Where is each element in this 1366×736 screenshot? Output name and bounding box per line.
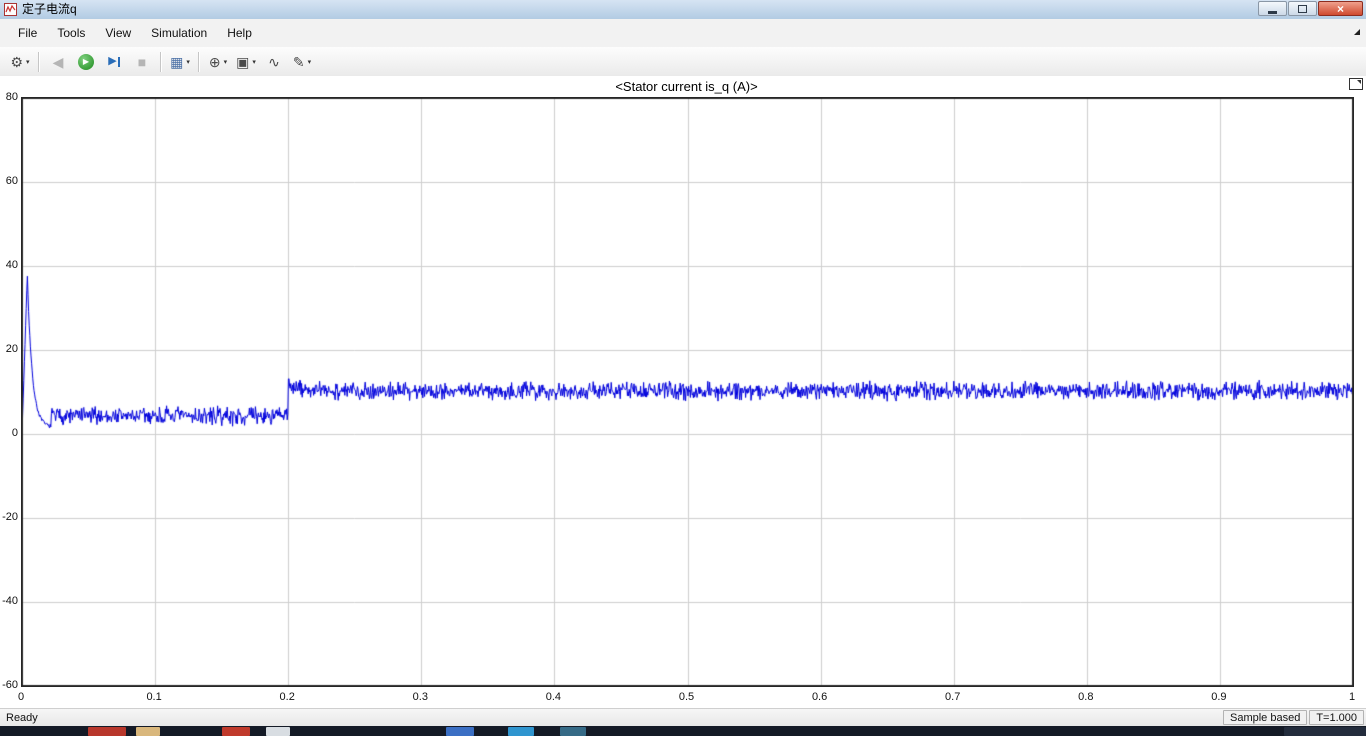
cursor-measurements-icon: ⊕ [208, 53, 221, 70]
taskbar-item[interactable] [446, 727, 474, 736]
status-sample-mode: Sample based [1223, 710, 1308, 725]
step-back-button[interactable]: ◀ [45, 50, 71, 74]
menu-view[interactable]: View [95, 20, 141, 46]
run-icon: ▶ [78, 53, 94, 70]
scope-area: <Stator current is_q (A)> -60 -40 -20 0 20 40… [0, 76, 1366, 708]
taskbar[interactable] [0, 726, 1366, 736]
menu-help[interactable]: Help [217, 20, 262, 46]
taskbar-item[interactable] [222, 727, 250, 736]
chart-title: <Stator current is_q (A)> [615, 79, 758, 94]
float-scope-icon[interactable] [1349, 78, 1363, 90]
sim-time-text: T=1.000 [1316, 711, 1357, 724]
menubar: File Tools View Simulation Help [0, 19, 1366, 48]
window-controls: × [1257, 1, 1363, 16]
cursor-measurements-button[interactable]: ⊕ ▾ [205, 50, 231, 74]
trigger-button[interactable]: ∿ [261, 50, 287, 74]
dropdown-arrow-icon: ▾ [26, 58, 30, 66]
x-tick-label: 1 [1348, 691, 1356, 703]
zoom-fit-icon: ▣ [236, 53, 250, 70]
taskbar-item[interactable] [1284, 727, 1366, 736]
style-button[interactable]: ✎ ▾ [289, 50, 315, 74]
x-tick-label: 0 [17, 691, 25, 703]
menu-simulation[interactable]: Simulation [141, 20, 217, 46]
y-tick-label: 60 [5, 175, 18, 187]
y-tick-label: 20 [5, 343, 18, 355]
style-icon: ✎ [292, 53, 305, 70]
toolbar: ⚙ ▾ ◀ ▶ ▶ ■ ▦ ▾ ⊕ ▾ ▣ ▾ ∿ ✎ ▾ [0, 47, 1366, 77]
x-tick-label: 0.7 [945, 691, 961, 703]
toolbar-separator [198, 51, 200, 72]
step-forward-icon: ▶ [108, 55, 117, 67]
y-tick-label: -20 [2, 511, 18, 523]
x-tick-label: 0.6 [811, 691, 828, 703]
signal-selector-icon: ▦ [170, 53, 184, 70]
x-tick-label: 0.1 [146, 691, 162, 703]
toolbar-separator [38, 51, 40, 72]
y-tick-label: -40 [2, 595, 18, 607]
dropdown-arrow-icon: ▾ [307, 58, 312, 66]
trigger-icon: ∿ [268, 53, 280, 70]
y-tick-label: -60 [2, 679, 18, 691]
x-tick-label: 0.5 [678, 691, 695, 703]
step-forward-button[interactable]: ▶ [101, 50, 127, 74]
x-tick-label: 0.2 [279, 691, 295, 703]
float-arrow-icon [1357, 80, 1361, 84]
dropdown-arrow-icon: ▾ [223, 58, 228, 66]
taskbar-item[interactable] [508, 727, 534, 736]
parameters-button[interactable]: ⚙ ▾ [7, 50, 33, 74]
x-tick-label: 0.4 [545, 691, 562, 703]
taskbar-item[interactable] [560, 727, 586, 736]
toolbar-separator [160, 51, 162, 72]
window-title: 定子电流q [22, 2, 77, 16]
parameters-icon: ⚙ [10, 53, 24, 70]
taskbar-item[interactable] [266, 727, 290, 736]
signal-selector-button[interactable]: ▦ ▾ [167, 50, 193, 74]
menu-file[interactable]: File [8, 20, 47, 46]
stop-icon: ■ [137, 53, 147, 70]
scope-window: 定子电流q × File Tools View Simulation Help … [0, 0, 1366, 736]
toolbar-items: ⚙ ▾ ◀ ▶ ▶ ■ ▦ ▾ ⊕ ▾ ▣ ▾ ∿ ✎ ▾ [6, 50, 316, 74]
taskbar-item[interactable] [88, 727, 126, 736]
status-sim-time: T=1.000 [1309, 710, 1364, 725]
menu-tools[interactable]: Tools [47, 20, 95, 46]
maximize-button[interactable] [1288, 1, 1317, 16]
maximize-icon [1298, 4, 1307, 13]
dropdown-arrow-icon: ▾ [252, 58, 256, 66]
dropdown-arrow-icon: ▾ [186, 58, 190, 66]
minimize-button[interactable] [1258, 1, 1287, 16]
x-tick-label: 0.9 [1211, 691, 1227, 703]
status-right: Sample based T=1.000 [1221, 710, 1364, 725]
run-button[interactable]: ▶ [73, 50, 99, 74]
zoom-fit-button[interactable]: ▣ ▾ [233, 50, 259, 74]
statusbar: Ready Sample based T=1.000 [0, 708, 1366, 726]
scope-app-icon [4, 3, 17, 16]
taskbar-item[interactable] [136, 727, 160, 736]
close-icon: × [1336, 1, 1344, 16]
stop-button[interactable]: ■ [129, 50, 155, 74]
step-back-icon: ◀ [52, 53, 64, 70]
x-tick-label: 0.3 [412, 691, 428, 703]
plot-box [21, 97, 1354, 687]
status-ready-text: Ready [6, 711, 38, 724]
close-button[interactable]: × [1318, 1, 1363, 16]
x-tick-label: 0.8 [1078, 691, 1094, 703]
scope-canvas[interactable] [22, 98, 1353, 686]
minimize-icon [1268, 10, 1277, 14]
y-tick-label: 80 [5, 91, 18, 103]
y-tick-label: 40 [5, 259, 18, 271]
titlebar[interactable]: 定子电流q × [0, 0, 1366, 20]
dock-arrow-icon[interactable] [1354, 29, 1360, 35]
y-tick-label: 0 [11, 427, 18, 439]
step-bar-icon [117, 56, 120, 67]
sample-mode-text: Sample based [1230, 711, 1301, 724]
